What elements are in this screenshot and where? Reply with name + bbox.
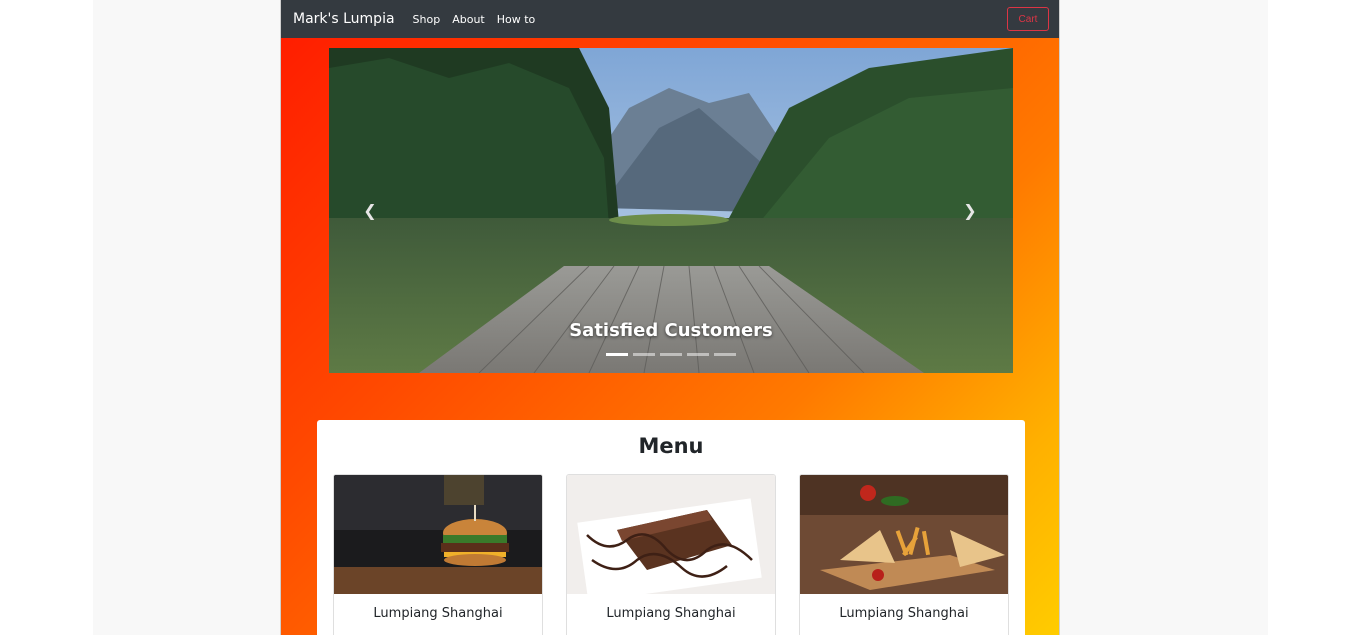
burger-image [334,475,542,594]
carousel-indicator-3[interactable] [660,353,682,356]
menu-item-card[interactable]: Lumpiang Shanghai [799,474,1009,635]
carousel-caption: Satisfied Customers [569,320,773,341]
carousel-indicator-1[interactable] [606,353,628,356]
site-page: Mark's Lumpia Shop About How to Cart ❮ ❯… [280,0,1060,635]
nav-link-about[interactable]: About [452,13,485,26]
sandwich-image [800,475,1008,594]
carousel-indicator-2[interactable] [633,353,655,356]
menu-section: Menu Lumpiang Shanghai Lumpiang Shanghai… [317,420,1025,635]
navbar: Mark's Lumpia Shop About How to Cart [281,0,1059,38]
carousel-prev-button[interactable]: ❮ [355,198,385,222]
brand-link[interactable]: Mark's Lumpia [293,11,395,27]
carousel-indicator-4[interactable] [687,353,709,356]
brownie-image [567,475,775,594]
cart-button[interactable]: Cart [1007,7,1049,31]
menu-title: Menu [638,434,704,458]
menu-item-card[interactable]: Lumpiang Shanghai [333,474,543,635]
carousel-indicator-5[interactable] [714,353,736,356]
nav-link-shop[interactable]: Shop [413,13,441,26]
menu-item-name: Lumpiang Shanghai [839,606,969,621]
nav-link-how-to[interactable]: How to [497,13,536,26]
chevron-right-icon: ❯ [963,200,977,220]
menu-item-name: Lumpiang Shanghai [373,606,503,621]
menu-item-name: Lumpiang Shanghai [606,606,736,621]
menu-item-card[interactable]: Lumpiang Shanghai [566,474,776,635]
carousel-next-button[interactable]: ❯ [955,198,985,222]
hero-carousel: ❮ ❯ Satisfied Customers [329,48,1013,373]
chevron-left-icon: ❮ [363,200,377,220]
carousel-indicators [329,353,1013,356]
